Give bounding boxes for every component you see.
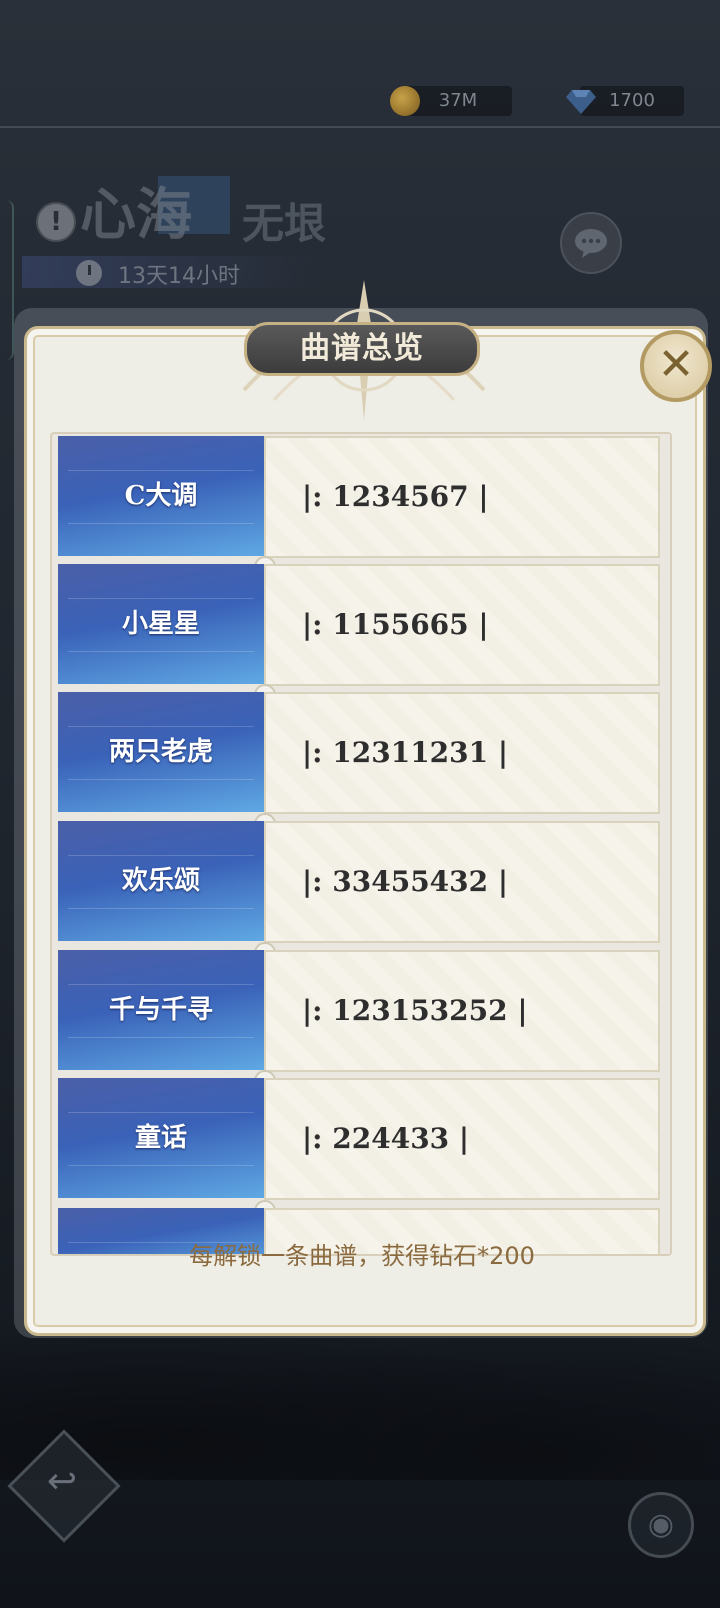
event-title-main: 心海 — [80, 182, 192, 248]
diamond-icon — [566, 90, 596, 114]
score-name: C大调 — [58, 436, 264, 556]
score-name: 欢乐颂 — [58, 821, 264, 941]
score-name: 千与千寻 — [58, 950, 264, 1070]
close-button[interactable]: ✕ — [640, 330, 712, 402]
score-row-6: 童话 |: 224433 | — [58, 1070, 664, 1202]
score-row-2: 小星星 |: 1155665 | — [58, 556, 664, 688]
score-row-4: 欢乐颂 |: 33455432 | — [58, 813, 664, 945]
score-name: 两只老虎 — [58, 692, 264, 812]
score-notation: |: 12311231 | — [302, 736, 509, 769]
side-panel-edge[interactable] — [0, 200, 14, 360]
coin-icon — [390, 86, 420, 116]
score-row-1: C大调 |: 1234567 | — [58, 436, 664, 560]
close-icon: ✕ — [657, 339, 695, 390]
score-notation-box: |: 1234567 | — [264, 436, 660, 558]
score-notation: |: 33455432 | — [302, 865, 509, 898]
eye-toggle-icon: ◉ — [647, 1507, 675, 1542]
score-notation-box: |: 33455432 | — [264, 821, 660, 943]
eye-toggle-button[interactable]: ◉ — [628, 1492, 694, 1558]
chat-bubble-icon[interactable] — [560, 212, 622, 274]
score-notation-box: |: 12311231 | — [264, 692, 660, 814]
score-notation-box: |: 1155665 | — [264, 564, 660, 686]
clock-icon — [76, 260, 102, 286]
score-row-3: 两只老虎 |: 12311231 | — [58, 684, 664, 816]
score-notation: |: 1234567 | — [302, 480, 489, 513]
header-divider — [0, 126, 720, 128]
modal-title: 曲谱总览 — [244, 322, 480, 376]
score-notation-box: |: 123153252 | — [264, 950, 660, 1072]
coin-amount: 37M — [438, 90, 478, 111]
score-notation: |: 224433 | — [302, 1122, 470, 1155]
score-notation: |: 123153252 | — [302, 994, 528, 1027]
score-notation-box: |: 224433 | — [264, 1078, 660, 1200]
diamond-amount: 1700 — [609, 90, 655, 111]
back-arrow-icon: ↩ — [46, 1461, 78, 1502]
score-list[interactable]: C大调 |: 1234567 | 小星星 |: 1155665 | 两只老虎 |… — [50, 432, 672, 1256]
score-row-5: 千与千寻 |: 123153252 | — [58, 942, 664, 1074]
info-icon[interactable]: ! — [36, 202, 76, 242]
reward-hint: 每解锁一条曲谱，获得钻石*200 — [189, 1242, 535, 1270]
event-title-sub: 无垠 — [242, 199, 327, 248]
score-notation: |: 1155665 | — [302, 608, 489, 641]
coin-counter[interactable]: 37M — [404, 86, 512, 116]
score-name: 童话 — [58, 1078, 264, 1198]
score-name: 小星星 — [58, 564, 264, 684]
